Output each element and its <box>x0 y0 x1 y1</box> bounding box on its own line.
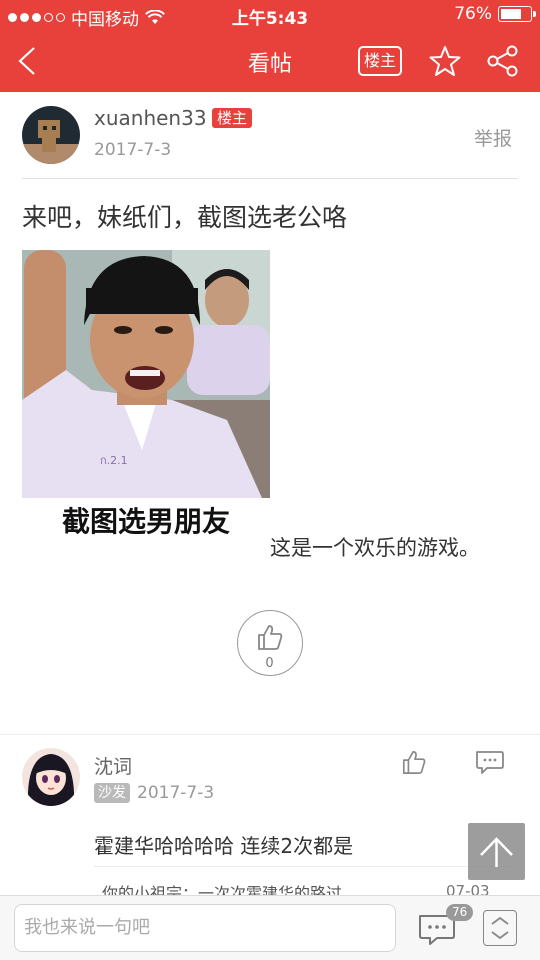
image-caption: 截图选男朋友 <box>61 505 230 538</box>
reply-author-name[interactable]: 沈词 <box>94 752 132 779</box>
nav-bar: 看帖 楼主 <box>0 30 540 92</box>
owner-badge: 楼主 <box>212 108 253 128</box>
reply-text: 霍建华哈哈哈哈 连续2次都是 <box>94 834 354 858</box>
reply-comment-icon[interactable] <box>474 749 506 775</box>
page-jump-button[interactable] <box>483 910 517 946</box>
floor-badge: 沙发 <box>94 783 130 803</box>
reply-author-avatar[interactable] <box>22 748 80 806</box>
scroll-to-top-button[interactable] <box>468 823 525 880</box>
share-icon[interactable] <box>486 44 520 78</box>
reply-date: 2017-7-3 <box>137 783 215 803</box>
post-image[interactable]: ก.2.1 <box>22 250 270 498</box>
bottom-bar: 我也来说一句吧 76 <box>0 895 540 960</box>
divider <box>22 178 518 179</box>
arrow-up-icon <box>480 837 513 867</box>
only-owner-button[interactable]: 楼主 <box>358 46 402 76</box>
like-count: 0 <box>265 656 274 671</box>
report-button[interactable]: 举报 <box>474 124 512 151</box>
up-down-icon <box>491 916 509 940</box>
section-divider <box>0 734 540 735</box>
thumbs-up-icon <box>258 625 283 650</box>
battery-icon <box>498 6 536 22</box>
sub-reply-divider <box>94 866 518 867</box>
author-name[interactable]: xuanhen33 <box>94 106 207 130</box>
reply-like-icon[interactable] <box>401 749 427 775</box>
author-avatar[interactable] <box>22 106 80 164</box>
status-bar: 中国移动 上午5:43 76% <box>0 0 540 30</box>
comment-count-badge: 76 <box>446 904 474 921</box>
post-date: 2017-7-3 <box>94 140 172 160</box>
star-icon[interactable] <box>428 44 462 78</box>
post-body: 这是一个欢乐的游戏。 <box>270 536 480 560</box>
battery-percent: 76% <box>454 4 492 24</box>
post-title: 来吧，妹纸们，截图选老公咯 <box>22 203 348 232</box>
like-button[interactable]: 0 <box>237 610 303 676</box>
shirt-text: ก.2.1 <box>100 454 128 467</box>
comment-input[interactable]: 我也来说一句吧 <box>14 904 396 952</box>
